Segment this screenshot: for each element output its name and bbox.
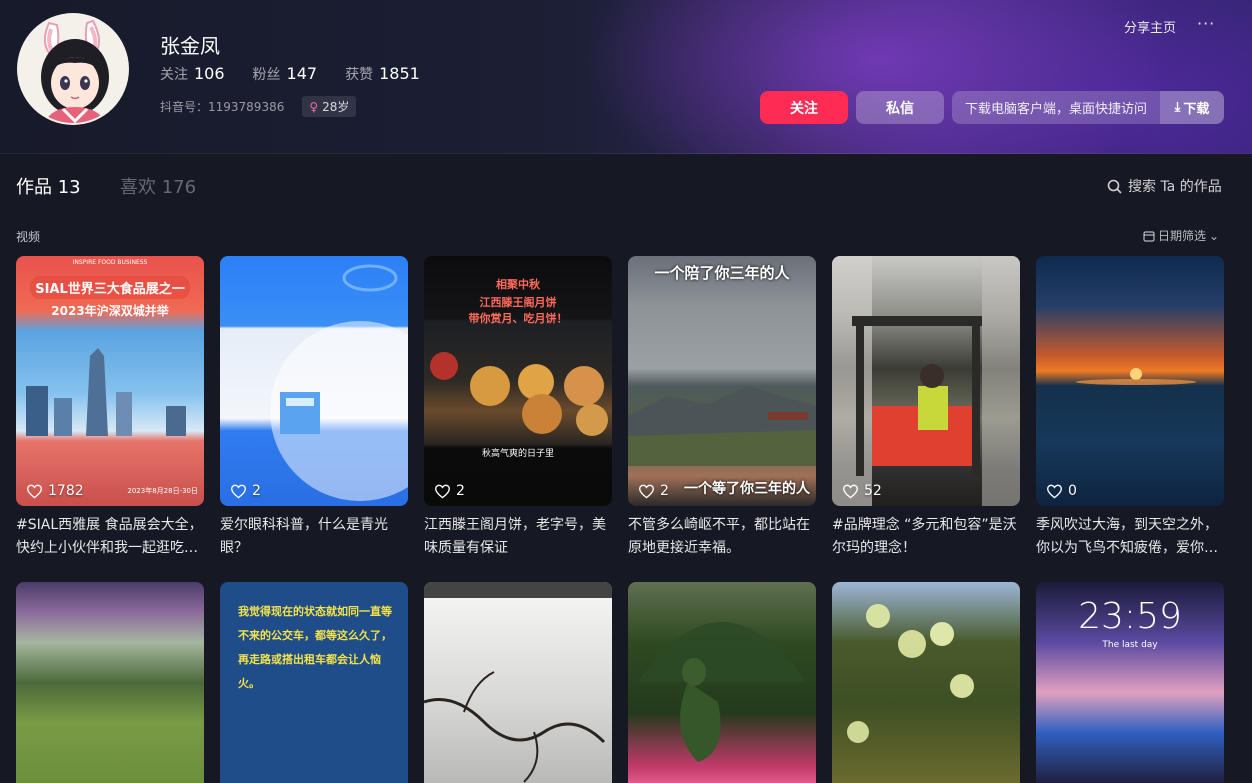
video-caption[interactable]: 江西滕王阁月饼，老字号，美味质量有保证 [424,514,612,560]
video-thumbnail[interactable]: 0 [1036,256,1224,506]
video-caption[interactable]: 季风吹过大海，到天空之外，你以为飞鸟不知疲倦，爱你… [1036,514,1224,560]
download-client-text: 下载电脑客户端，桌面快捷访问 [964,102,1147,117]
video-card[interactable]: 52 #品牌理念 “多元和包容”是沃尔玛的理念！ [832,256,1020,560]
female-gender-icon: ♀ [309,99,319,114]
video-caption[interactable]: #SIAL西雅展 食品展会大全，快约上小伙伴和我一起逛吃… [16,514,204,560]
calendar-icon [1143,230,1155,242]
avatar-anime-girl-icon [19,15,127,123]
heart-icon [230,484,247,498]
download-button[interactable]: ⤓ 下载 [1160,91,1224,124]
video-like-count: 2 [638,483,669,499]
video-like-count: 0 [1046,483,1077,499]
video-caption[interactable]: 爱尔眼科科普，什么是青光眼？ [220,514,408,560]
tab-works[interactable]: 作品 13 [16,173,81,199]
apple-tree-illustration [847,604,974,743]
video-thumbnail[interactable]: INSPIRE FOOD BUSINESS SIAL世界三大食品展之一 2023… [16,256,204,506]
video-thumbnail[interactable] [832,582,1020,783]
mountain-landscape-illustration [628,386,816,466]
video-card[interactable]: INSPIRE FOOD BUSINESS SIAL世界三大食品展之一 2023… [16,256,204,560]
search-works[interactable]: 搜索 Ta 的作品 [1107,176,1222,196]
video-card[interactable]: 0 季风吹过大海，到天空之外，你以为飞鸟不知疲倦，爱你… [1036,256,1224,560]
video-caption[interactable]: #品牌理念 “多元和包容”是沃尔玛的理念！ [832,514,1020,560]
follow-button[interactable]: 关注 [760,91,848,124]
video-card[interactable]: 我觉得现在的状态就如同一直等不来的公交车，都等这么久了，再走路或搭出租车都会让人… [220,582,408,783]
video-thumbnail[interactable]: 52 [832,256,1020,506]
sunset-sea-illustration [1076,368,1196,385]
share-profile-link[interactable]: 分享主页 [1124,17,1176,36]
video-card[interactable] [424,582,612,783]
video-thumbnail[interactable] [424,582,612,783]
section-label-videos: 视频 [16,230,41,244]
video-card[interactable]: 一个陪了你三年的人 一个等了你三年的人 2 不管多么崎岖不平，都比站在原地更接近… [628,256,816,560]
douyin-id: 抖音号：1193789386 [160,100,285,114]
video-thumbnail[interactable]: 一个陪了你三年的人 一个等了你三年的人 2 [628,256,816,506]
video-thumbnail[interactable]: 我觉得现在的状态就如同一直等不来的公交车，都等这么久了，再走路或搭出租车都会让人… [220,582,408,783]
profile-meta: 抖音号：1193789386 ♀ 28岁 [160,96,357,117]
video-thumbnail[interactable] [628,582,816,783]
video-thumbnail[interactable]: 23:59 The last day [1036,582,1224,783]
profile-stats: 关注 106 粉丝 147 获赞 1851 [160,64,420,84]
video-thumbnail[interactable]: 2 [220,256,408,506]
video-thumbnail[interactable]: 相聚中秋 江西滕王阁月饼 带你赏月、吃月饼！ 秋高气爽的日子里 2 [424,256,612,506]
peacock-topiary-illustration [638,622,806,762]
download-client-bar[interactable]: 下载电脑客户端，桌面快捷访问 ⤓ 下载 [952,91,1224,124]
heart-icon [1046,484,1063,498]
video-card[interactable] [16,582,204,783]
video-thumbnail[interactable] [16,582,204,783]
vine-wall-illustration [424,582,612,783]
video-card[interactable]: 相聚中秋 江西滕王阁月饼 带你赏月、吃月饼！ 秋高气爽的日子里 2 江西滕王阁月… [424,256,612,560]
city-skyline-illustration [26,348,186,436]
mooncake-illustration [430,352,608,436]
video-like-count: 1782 [26,483,84,499]
video-card[interactable] [832,582,1020,783]
video-card[interactable]: 2 爱尔眼科科普，什么是青光眼？ [220,256,408,560]
video-like-count: 52 [842,483,882,499]
date-filter[interactable]: 日期筛选 ⌄ [1143,227,1219,244]
clinic-illustration [270,264,408,501]
stat-fans[interactable]: 粉丝 147 [253,64,318,84]
video-card[interactable] [628,582,816,783]
download-arrow-icon: ⤓ [1174,100,1181,115]
video-caption[interactable]: 不管多么崎岖不平，都比站在原地更接近幸福。 [628,514,816,560]
profile-header: 张金凤 关注 106 粉丝 147 获赞 1851 抖音号：1193789386 ♀ … [0,0,1252,154]
message-button[interactable]: 私信 [856,91,944,124]
heart-icon [842,484,859,498]
forklift-warehouse-illustration [832,256,1020,506]
heart-icon [434,484,451,498]
video-like-count: 2 [434,483,465,499]
stat-likes-received: 获赞 1851 [345,64,420,83]
profile-name: 张金凤 [160,34,220,58]
video-like-count: 2 [230,483,261,499]
heart-icon [26,484,43,498]
avatar[interactable] [17,13,129,125]
stat-following[interactable]: 关注 106 [160,64,225,84]
tab-likes[interactable]: 喜欢 176 [120,173,196,199]
more-options-icon[interactable]: ··· [1197,14,1215,33]
search-icon [1107,179,1122,194]
heart-icon [638,484,655,498]
chevron-down-icon: ⌄ [1209,228,1220,243]
age-badge: ♀ 28岁 [302,96,357,117]
video-card[interactable]: 23:59 The last day [1036,582,1224,783]
